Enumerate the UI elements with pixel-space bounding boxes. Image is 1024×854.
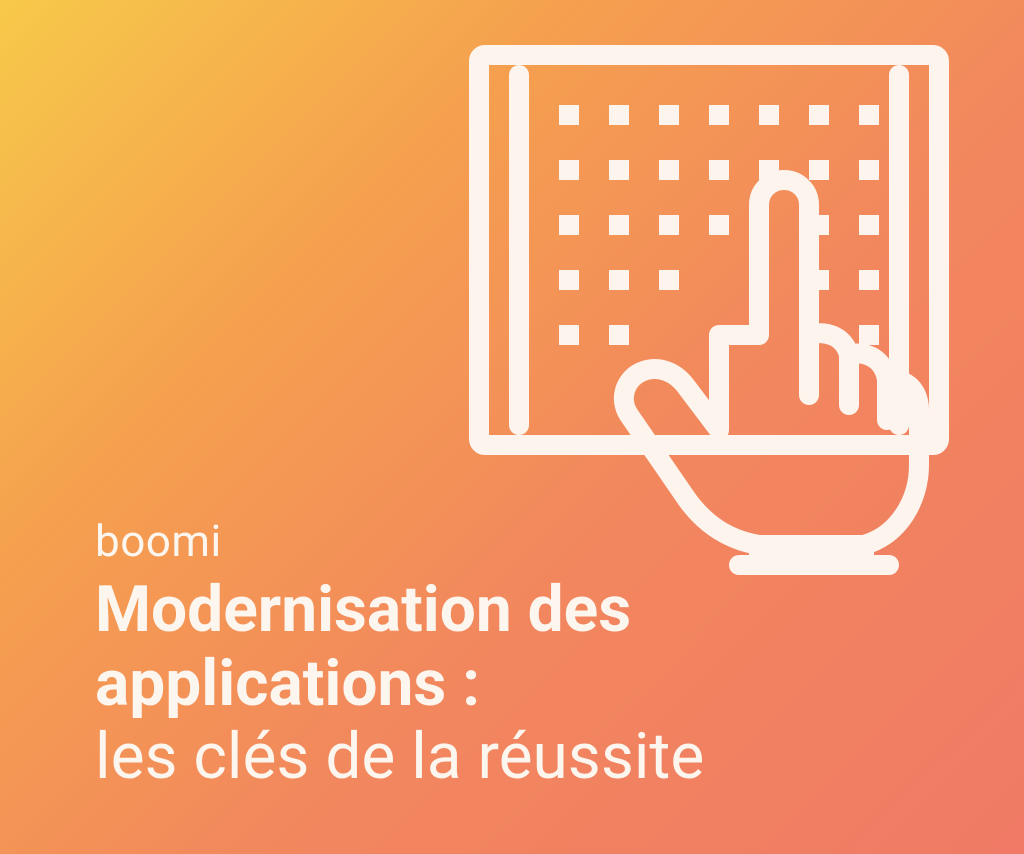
- subtitle-line: les clés de la réussite: [95, 720, 965, 794]
- touchscreen-hand-icon: [459, 35, 959, 575]
- title-line-2: applications :: [95, 647, 965, 721]
- brand-logo: boomi: [95, 515, 965, 567]
- headline-block: boomi Modernisation des applications : l…: [95, 515, 965, 794]
- title-line-1: Modernisation des: [95, 573, 965, 647]
- brand-text: boomi: [95, 515, 222, 567]
- promo-card: boomi Modernisation des applications : l…: [0, 0, 1024, 854]
